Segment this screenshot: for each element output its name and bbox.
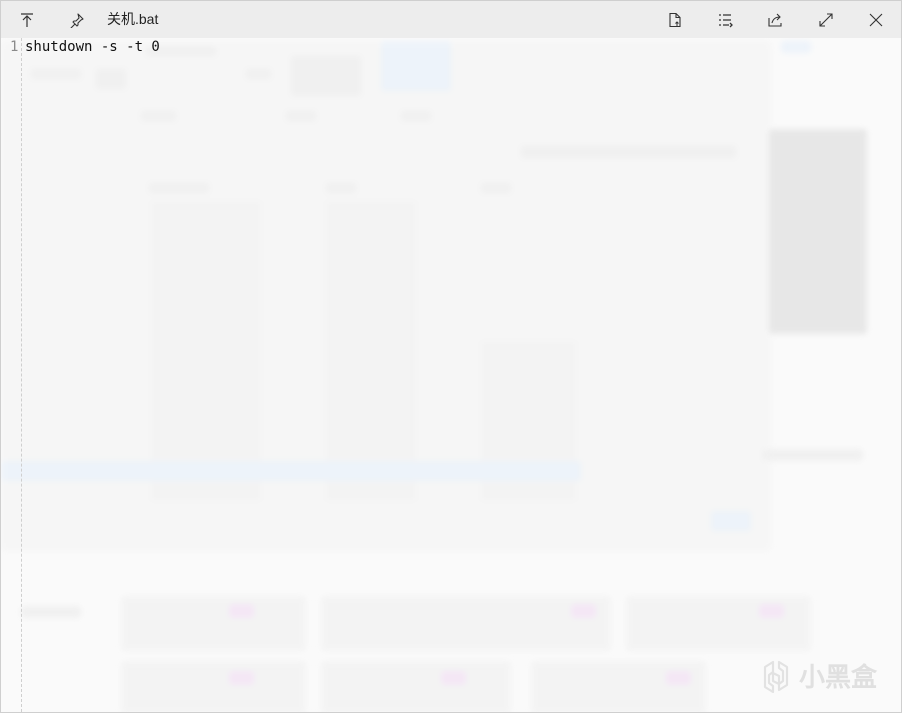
watermark-text: 小黑盒	[798, 662, 877, 692]
window-title: 关机.bat	[107, 11, 159, 27]
xiaoheihe-logo-icon	[763, 660, 789, 693]
pin-icon	[70, 12, 84, 28]
title-bar: 关机.bat	[1, 1, 901, 38]
gutter-divider	[21, 38, 22, 712]
pin-button[interactable]	[57, 1, 97, 38]
notepad-window: 关机.bat 1 shutdown -s -t 0 小黑盒	[0, 0, 902, 713]
code-line[interactable]: shutdown -s -t 0	[25, 39, 160, 55]
maximize-button[interactable]	[806, 1, 846, 38]
share-button[interactable]	[755, 1, 795, 38]
new-file-icon	[669, 12, 681, 27]
close-button[interactable]	[856, 1, 896, 38]
close-icon	[869, 13, 883, 26]
maximize-icon	[819, 12, 833, 27]
list-icon	[719, 13, 733, 27]
text-editor[interactable]: 1 shutdown -s -t 0	[1, 38, 901, 712]
line-number: 1	[10, 39, 19, 55]
pin-to-top-icon	[21, 12, 33, 27]
pin-to-top-button[interactable]	[7, 1, 47, 38]
export-file-button[interactable]	[655, 1, 695, 38]
watermark: 小黑盒	[759, 657, 877, 694]
list-button[interactable]	[705, 1, 745, 38]
share-icon	[768, 13, 782, 27]
